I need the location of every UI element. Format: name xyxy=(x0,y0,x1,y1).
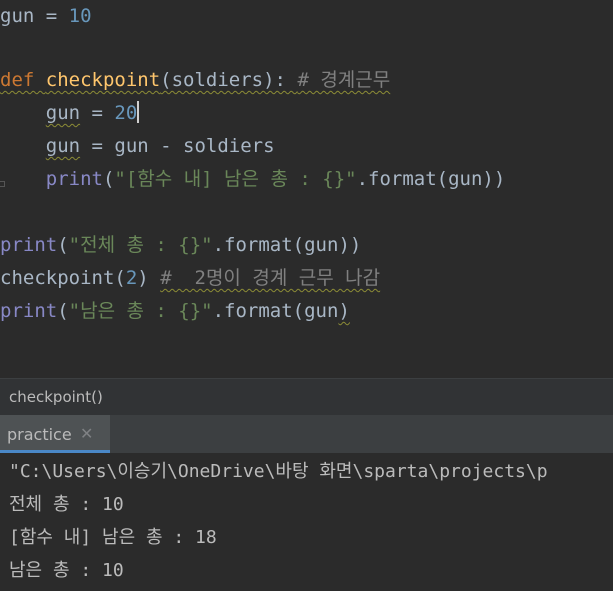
code-token: checkpoint xyxy=(0,267,115,289)
code-editor[interactable]: gun = 10 def checkpoint(soldiers): # 경계근… xyxy=(0,0,613,378)
console-line: 전체 총 : 10 xyxy=(9,494,124,515)
run-console[interactable]: "C:\Users\이승기\OneDrive\바탕 화면\sparta\proj… xyxy=(0,453,613,591)
breadcrumb-item[interactable]: checkpoint() xyxy=(9,388,103,406)
code-token: 20 xyxy=(114,102,138,124)
code-token: gun xyxy=(45,102,81,124)
console-line: 남은 총 : 10 xyxy=(9,560,124,581)
code-token: gun xyxy=(45,135,81,157)
code-line-8[interactable]: print("남은 총 : {}".format(gun) xyxy=(0,295,350,328)
code-string: "[함수 내] 남은 총 : {}" xyxy=(114,168,357,190)
code-comment: # 경계근무 xyxy=(297,69,391,91)
code-token: 2 xyxy=(125,267,138,289)
code-token: (soldiers): xyxy=(160,69,298,91)
code-line-7[interactable]: checkpoint(2) # 2명이 경계 근무 나감 xyxy=(0,262,380,295)
code-comment: # 2명이 경계 근무 나감 xyxy=(160,267,381,289)
code-token: gun xyxy=(0,5,35,27)
code-line-6[interactable]: print("전체 총 : {}".format(gun)) xyxy=(0,229,361,262)
code-token: def xyxy=(0,69,46,91)
code-line-5[interactable]: print("[함수 내] 남은 총 : {}".format(gun)) xyxy=(0,163,506,196)
code-string: "남은 총 : {}" xyxy=(68,300,213,322)
code-token: .format(gun)) xyxy=(356,168,506,190)
code-token: .format(gun xyxy=(212,300,339,322)
code-token: print xyxy=(0,234,58,256)
code-token: = xyxy=(80,102,115,124)
code-token: print xyxy=(0,300,58,322)
code-token: = xyxy=(34,5,69,27)
code-token: print xyxy=(45,168,103,190)
run-tool-window-tabs: practice ✕ xyxy=(0,415,613,453)
code-token: .format(gun)) xyxy=(212,234,362,256)
console-line: [함수 내] 남은 총 : 18 xyxy=(9,527,217,548)
console-line: "C:\Users\이승기\OneDrive\바탕 화면\sparta\proj… xyxy=(9,461,548,482)
code-line-1[interactable]: gun = 10 xyxy=(0,0,92,33)
tab-label: practice xyxy=(7,425,72,444)
code-line-4[interactable]: gun = gun - soldiers xyxy=(0,130,275,163)
code-token: 10 xyxy=(68,5,92,27)
code-token: = gun - soldiers xyxy=(80,135,275,157)
tab-practice[interactable]: practice ✕ xyxy=(0,415,110,453)
close-icon[interactable]: ✕ xyxy=(80,424,93,443)
code-line-3[interactable]: gun = 20 xyxy=(0,97,140,130)
code-line-2[interactable]: def checkpoint(soldiers): # 경계근무 xyxy=(0,64,390,97)
code-token: checkpoint xyxy=(45,69,161,91)
code-string: "전체 총 : {}" xyxy=(68,234,213,256)
text-caret xyxy=(137,101,140,123)
breadcrumb[interactable]: checkpoint() xyxy=(0,378,613,415)
